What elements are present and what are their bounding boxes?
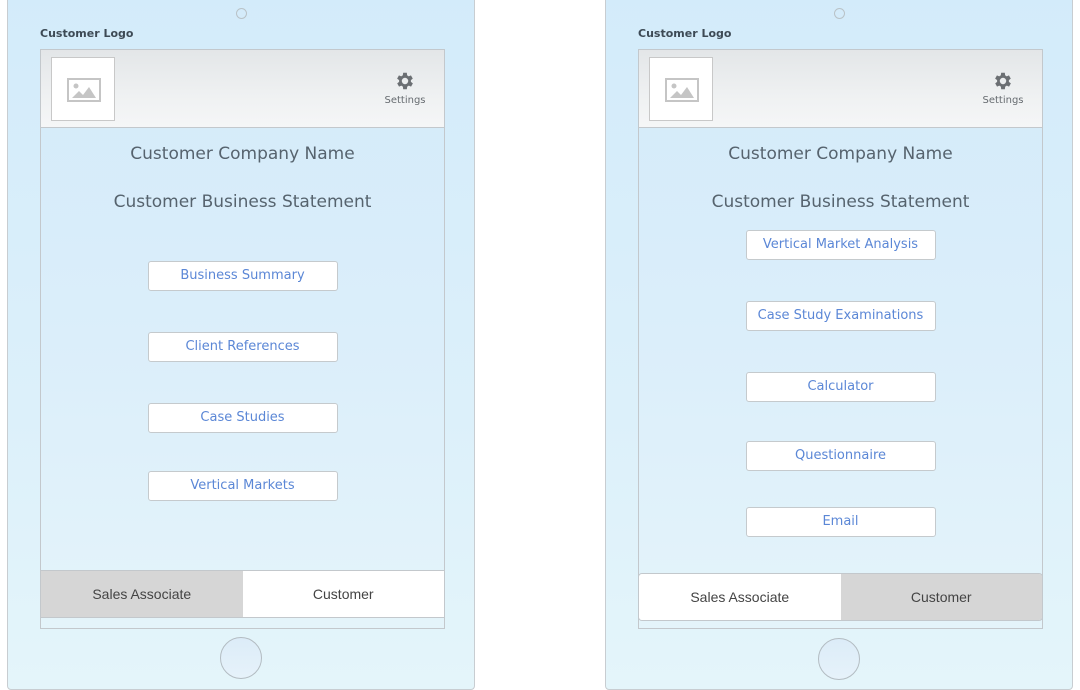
questionnaire-button[interactable]: Questionnaire: [745, 441, 936, 471]
settings-label: Settings: [982, 95, 1024, 106]
tab-customer[interactable]: Customer: [242, 571, 444, 617]
case-studies-button[interactable]: Case Studies: [147, 403, 338, 433]
camera-dot: [236, 8, 247, 19]
tab-customer[interactable]: Customer: [840, 574, 1042, 620]
camera-dot: [834, 8, 845, 19]
customer-logo-image: [649, 57, 713, 121]
tablet-device-right: Customer Logo Settings Customer Company …: [605, 0, 1073, 690]
image-placeholder-icon: [67, 78, 101, 102]
tab-sales-associate[interactable]: Sales Associate: [41, 571, 243, 617]
tablet-screen: Settings Customer Company Name Customer …: [40, 49, 445, 629]
customer-logo-label: Customer Logo: [638, 27, 732, 40]
home-button[interactable]: [818, 638, 860, 680]
tab-sales-associate[interactable]: Sales Associate: [639, 574, 841, 620]
client-references-button[interactable]: Client References: [147, 332, 338, 362]
settings-label: Settings: [384, 95, 426, 106]
settings-button[interactable]: Settings: [380, 70, 430, 106]
role-tab-bar: Sales Associate Customer: [40, 570, 445, 618]
image-placeholder-icon: [665, 78, 699, 102]
business-summary-button[interactable]: Business Summary: [147, 261, 338, 291]
company-name: Customer Company Name: [130, 144, 355, 164]
customer-logo-label: Customer Logo: [40, 27, 134, 40]
business-statement: Customer Business Statement: [711, 192, 970, 212]
company-name: Customer Company Name: [728, 144, 953, 164]
vertical-market-analysis-button[interactable]: Vertical Market Analysis: [745, 230, 936, 260]
settings-button[interactable]: Settings: [978, 70, 1028, 106]
calculator-button[interactable]: Calculator: [745, 372, 936, 402]
customer-logo-image: [51, 57, 115, 121]
case-study-examinations-button[interactable]: Case Study Examinations: [745, 301, 936, 331]
app-header: Settings: [41, 50, 444, 128]
gear-icon: [995, 72, 1011, 90]
role-tab-bar: Sales Associate Customer: [638, 573, 1043, 621]
vertical-markets-button[interactable]: Vertical Markets: [147, 471, 338, 501]
email-button[interactable]: Email: [745, 507, 936, 537]
business-statement: Customer Business Statement: [113, 192, 372, 212]
home-button[interactable]: [220, 637, 262, 679]
gear-icon: [397, 72, 413, 90]
tablet-screen: Settings Customer Company Name Customer …: [638, 49, 1043, 629]
tablet-device-left: Customer Logo Settings Customer Company …: [7, 0, 475, 690]
app-header: Settings: [639, 50, 1042, 128]
